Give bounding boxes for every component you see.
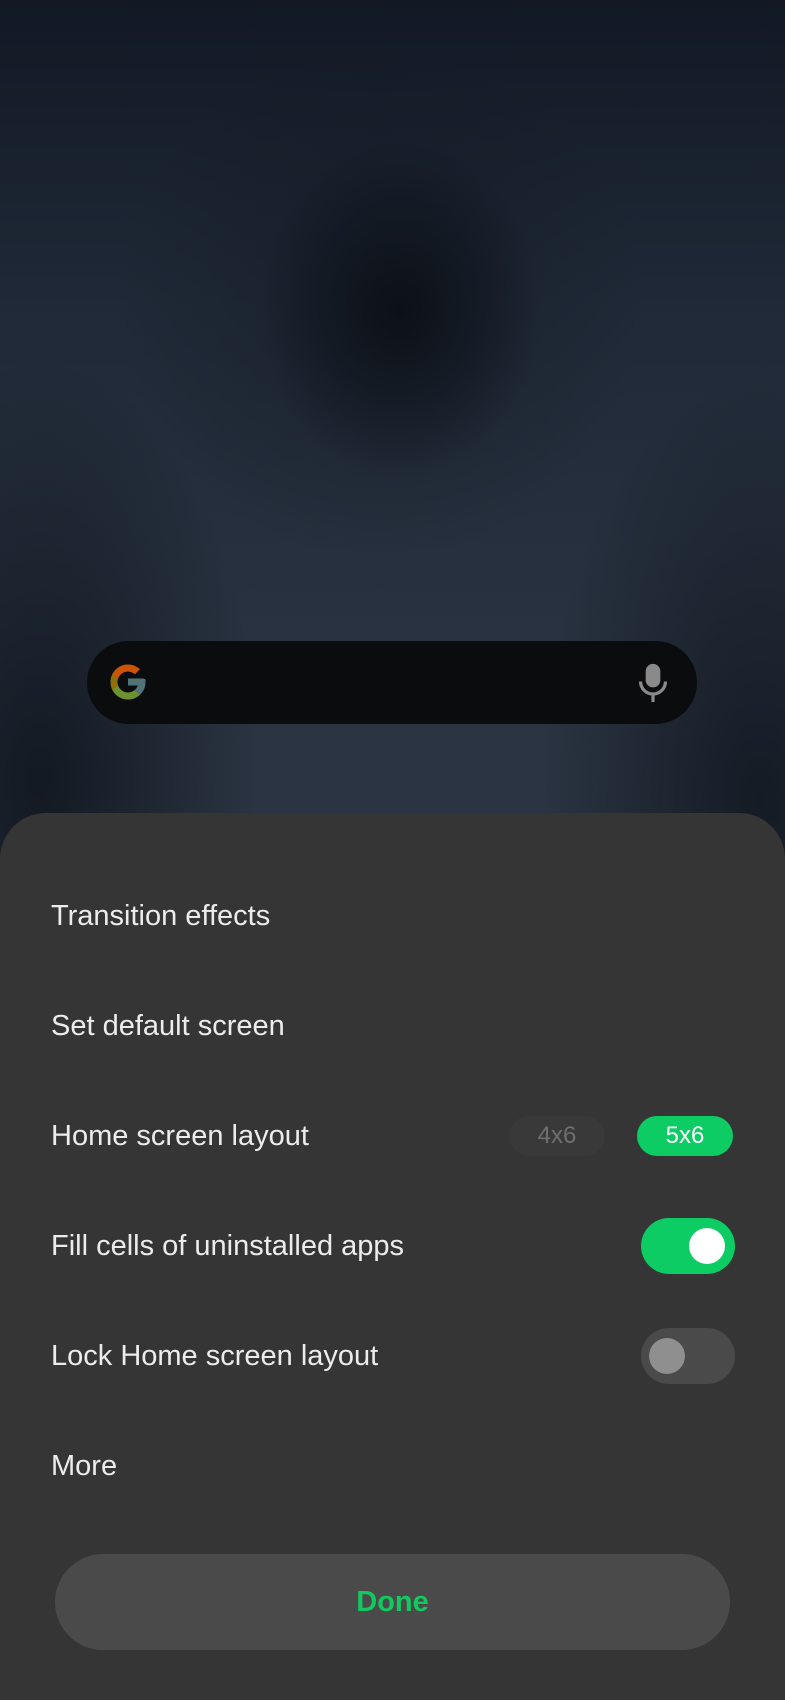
set-default-screen-row[interactable]: Set default screen [0,971,785,1081]
set-default-screen-label: Set default screen [51,1010,285,1042]
transition-effects-label: Transition effects [51,900,271,932]
more-row[interactable]: More [0,1411,785,1521]
fill-cells-label: Fill cells of uninstalled apps [51,1230,405,1262]
home-screen-layout-row: Home screen layout 4x6 5x6 [0,1081,785,1191]
toggle-knob [689,1228,725,1264]
microphone-icon[interactable] [635,661,671,705]
layout-option-4x6[interactable]: 4x6 [509,1116,605,1156]
lock-layout-toggle[interactable] [641,1328,735,1384]
layout-option-5x6[interactable]: 5x6 [637,1116,733,1156]
lock-layout-row[interactable]: Lock Home screen layout [0,1301,785,1411]
google-search-bar[interactable] [87,641,697,724]
toggle-knob [649,1338,685,1374]
lock-layout-label: Lock Home screen layout [51,1340,379,1372]
google-g-icon [110,664,146,700]
fill-cells-toggle[interactable] [641,1218,735,1274]
more-label: More [51,1450,118,1482]
home-screen-layout-label: Home screen layout [51,1120,309,1152]
transition-effects-row[interactable]: Transition effects [0,861,785,971]
fill-cells-row[interactable]: Fill cells of uninstalled apps [0,1191,785,1301]
done-button[interactable]: Done [55,1554,730,1650]
